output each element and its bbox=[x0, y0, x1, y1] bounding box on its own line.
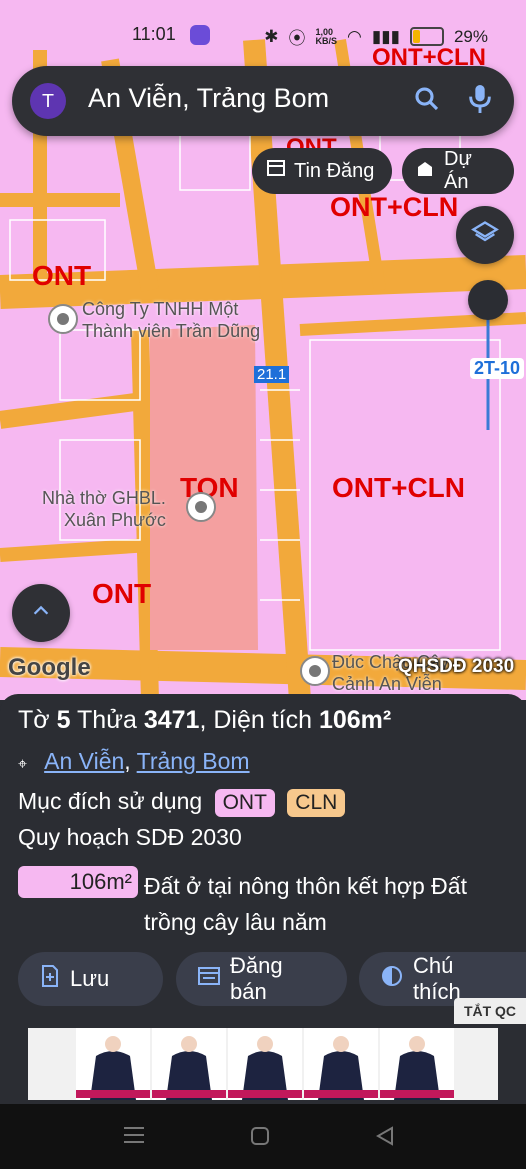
church-marker[interactable] bbox=[186, 492, 216, 522]
purpose-tag-ont: ONT bbox=[214, 789, 275, 817]
add-document-icon bbox=[40, 965, 60, 993]
avatar[interactable]: T bbox=[30, 83, 66, 119]
parcel-title: Tờ 5 Thửa 3471, Diện tích 106m² bbox=[18, 706, 392, 734]
contrast-icon bbox=[381, 965, 403, 993]
area-label: Diện tích bbox=[213, 706, 313, 734]
parcel-label-thua: Thửa bbox=[77, 706, 137, 734]
map-label-ont-cln-2: ONT+CLN bbox=[330, 192, 459, 222]
status-bar: 11:01 ✱ ⦿ 1,00 KB/S ◠ ▮▮▮ 29% bbox=[0, 0, 526, 62]
battery-icon bbox=[409, 27, 444, 46]
calendar-icon bbox=[266, 158, 286, 184]
poi-marker-bottom[interactable] bbox=[300, 656, 330, 686]
area-chip: 106m² bbox=[18, 866, 138, 898]
poi-marker-company[interactable] bbox=[48, 304, 78, 334]
sheet-number: 5 bbox=[56, 706, 71, 734]
map-label-ont-1: ONT bbox=[32, 260, 92, 291]
projects-label: Dự Án bbox=[444, 148, 472, 193]
bluetooth-icon: ✱ bbox=[264, 26, 279, 46]
purpose-row: Mục đích sử dụng ONT CLN bbox=[18, 788, 346, 817]
sell-button[interactable]: Đăng bán bbox=[176, 952, 347, 1006]
location-icon: ⦿ bbox=[288, 29, 306, 48]
poi-label-company: Công Ty TNHH Một Thành viên Trần Dũng bbox=[82, 299, 261, 341]
posts-button[interactable]: Tin Đăng bbox=[252, 148, 392, 194]
road-code-badge: 2T-10 bbox=[470, 358, 525, 379]
save-label: Lưu bbox=[70, 966, 110, 991]
poi-label-church: Nhà thờ GHBL. Xuân Phước bbox=[42, 488, 166, 530]
expand-up-button[interactable] bbox=[12, 584, 70, 642]
home-icon[interactable] bbox=[251, 1127, 269, 1149]
posts-label: Tin Đăng bbox=[294, 159, 375, 182]
map-label-ont-2: ONT bbox=[92, 578, 152, 609]
ad-banner[interactable] bbox=[28, 1028, 498, 1100]
battery-percent: 29% bbox=[453, 26, 488, 46]
parcel-number: 3471 bbox=[143, 706, 200, 734]
layers-button[interactable] bbox=[456, 206, 514, 264]
search-query[interactable]: An Viễn, Trảng Bom bbox=[88, 83, 329, 114]
plan-badge: QHSDĐ 2030 bbox=[398, 656, 515, 677]
commune-link[interactable]: An Viễn bbox=[44, 748, 124, 774]
network-speed: 1,00 KB/S bbox=[315, 26, 338, 46]
area-value: 106m² bbox=[318, 706, 392, 734]
google-logo: Google bbox=[8, 654, 91, 681]
weather-app-icon bbox=[190, 25, 210, 45]
plan-label: Quy hoạch SDĐ 2030 bbox=[18, 824, 242, 850]
wifi-icon: ◠ bbox=[347, 26, 362, 46]
area-description: Đất ở tại nông thôn kết hợp Đất trồng câ… bbox=[144, 873, 467, 935]
road-number-badge: 21.1 bbox=[254, 366, 290, 383]
sell-label: Đăng bán bbox=[230, 953, 283, 1004]
map-label-ont-cln-mid: ONT+CLN bbox=[332, 472, 465, 503]
purpose-tag-cln: CLN bbox=[287, 789, 346, 817]
opacity-slider-knob[interactable] bbox=[468, 280, 508, 320]
system-nav-bar bbox=[0, 1104, 526, 1169]
sheet-label-to: Tờ bbox=[18, 706, 50, 734]
building-icon bbox=[416, 158, 436, 184]
recents-icon[interactable] bbox=[124, 1126, 144, 1148]
chevron-up-icon bbox=[30, 600, 52, 626]
location-row: ⌖ An Viễn, Trảng Bom bbox=[18, 748, 250, 774]
district-link[interactable]: Trảng Bom bbox=[137, 748, 250, 774]
close-ad-button[interactable]: TẮT QC bbox=[454, 998, 526, 1024]
calendar-list-icon bbox=[198, 966, 220, 992]
projects-button[interactable]: Dự Án bbox=[402, 148, 514, 194]
back-icon[interactable] bbox=[375, 1126, 394, 1150]
search-bar[interactable]: T An Viễn, Trảng Bom bbox=[12, 66, 514, 136]
microphone-icon[interactable] bbox=[466, 82, 494, 120]
save-button[interactable]: Lưu bbox=[18, 952, 163, 1006]
search-icon[interactable] bbox=[412, 84, 442, 118]
ad-image bbox=[28, 1028, 498, 1100]
purpose-label: Mục đích sử dụng bbox=[18, 788, 203, 814]
location-pin-icon: ⌖ bbox=[18, 756, 28, 773]
layers-icon bbox=[471, 219, 499, 251]
signal-icon: ▮▮▮ bbox=[371, 26, 400, 46]
status-time: 11:01 bbox=[132, 24, 176, 44]
